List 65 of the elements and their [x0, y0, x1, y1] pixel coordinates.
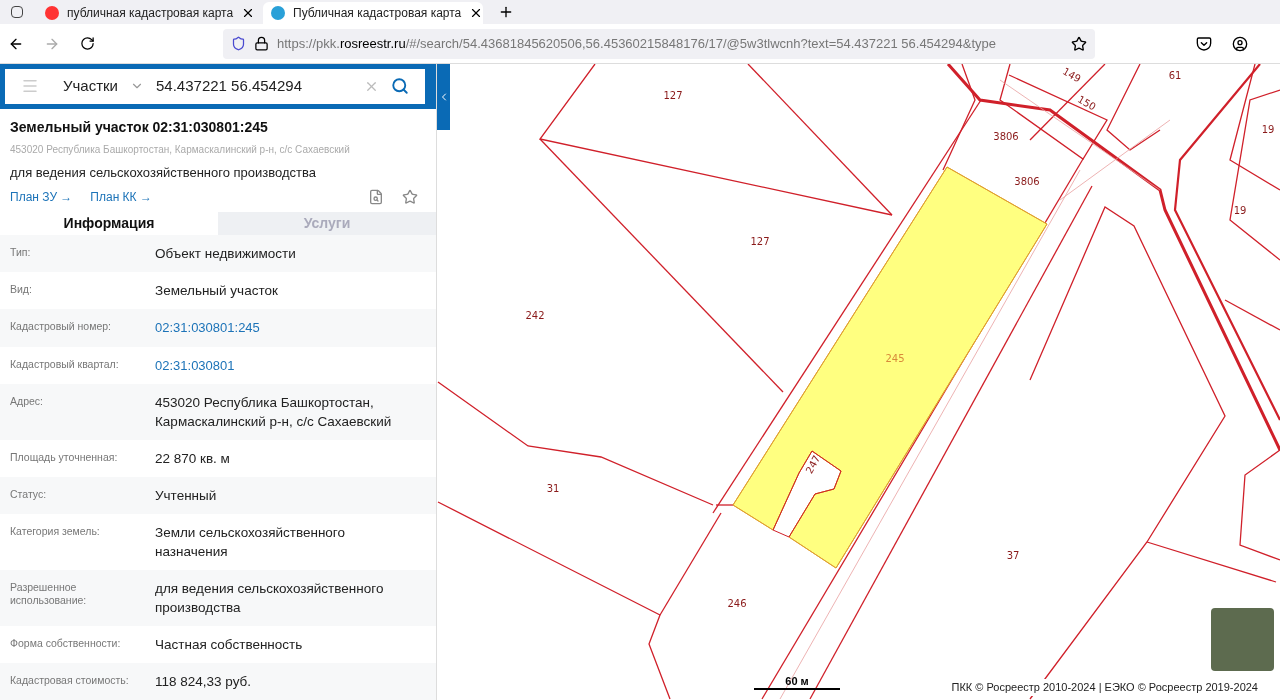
- parcel-number: 127: [663, 90, 683, 101]
- parcel-number: 246: [727, 598, 747, 609]
- info-label: Кадастровый номер:: [10, 319, 113, 334]
- new-tab-icon[interactable]: [498, 4, 514, 20]
- info-label: Кадастровый квартал:: [10, 356, 120, 372]
- info-label: Тип:: [10, 245, 32, 260]
- info-label: Разрешенное использование:: [10, 580, 88, 609]
- lock-icon: [254, 36, 269, 51]
- info-link[interactable]: 02:31:030801: [155, 355, 235, 375]
- parcel-number: 150: [1075, 93, 1098, 113]
- parcel-number: 245: [885, 353, 905, 364]
- info-label: Адрес:: [10, 394, 44, 409]
- search-icon[interactable]: [391, 77, 409, 96]
- pocket-icon[interactable]: [1196, 35, 1212, 52]
- parcel-number: 19: [1261, 124, 1275, 135]
- tab-list-icon[interactable]: [11, 6, 23, 18]
- url-text: https://pkk.rosreestr.ru/#/search/54.43681845620506,56.45360215848176/17/@5w3tlwcnh?text=54.437221 56.454294&type: [277, 34, 997, 53]
- info-value: Земельный участок: [155, 282, 279, 300]
- parcel-address: 453020 Республика Башкортостан, Кармаскалинский р-н, с/с Сахаевский: [10, 142, 351, 157]
- document-search-icon[interactable]: [368, 189, 384, 205]
- parcel-number: 37: [1006, 550, 1020, 561]
- bookmark-star-icon[interactable]: [1071, 35, 1087, 52]
- site-favicon-icon: [271, 6, 285, 20]
- info-link[interactable]: 02:31:030801:245: [155, 318, 260, 338]
- info-label: Вид:: [10, 282, 33, 297]
- browser-tab[interactable]: Публичная кадастровая карта: [263, 2, 483, 24]
- parcel-number: 3806: [1014, 176, 1040, 187]
- info-label: Статус:: [10, 487, 48, 502]
- info-value: Объект недвижимости: [155, 245, 297, 263]
- parcel-number: 242: [525, 310, 545, 321]
- account-icon[interactable]: [1232, 35, 1248, 52]
- search-box[interactable]: Участки 54.437221 56.454294: [5, 69, 425, 104]
- parcel-number: 127: [750, 236, 770, 247]
- tab-title: публичная кадастровая карта: [67, 5, 234, 22]
- parcel-number: 19: [1233, 205, 1247, 216]
- browser-tab[interactable]: публичная кадастровая карта: [37, 2, 257, 24]
- site-favicon-icon: [45, 6, 59, 20]
- search-input[interactable]: 54.437221 56.454294: [156, 75, 352, 98]
- parcel-number: 149: [1060, 65, 1083, 85]
- scale-label: 60 м: [785, 676, 809, 687]
- parcel-number: 31: [546, 483, 560, 494]
- info-label: Форма собственности:: [10, 636, 122, 651]
- favorite-star-icon[interactable]: [402, 189, 418, 205]
- info-value: Учтенный: [155, 487, 218, 505]
- info-value: для ведения сельскохозяйственного производства: [155, 580, 385, 617]
- info-value: 118 824,33 руб.: [155, 673, 253, 691]
- info-label: Кадастровая стоимость:: [10, 673, 130, 688]
- info-value: Частная собственность: [155, 636, 304, 654]
- plan-link[interactable]: План ЗУ →: [10, 188, 73, 206]
- info-value: Земли сельскохозяйственного назначения: [155, 524, 346, 561]
- address-bar[interactable]: https://pkk.rosreestr.ru/#/search/54.43681845620506,56.45360215848176/17/@5w3tlwcnh?text=54.437221 56.454294&type: [223, 28, 1095, 59]
- parcel-purpose: для ведения сельскохозяйственного производства: [10, 163, 317, 182]
- shield-icon: [231, 36, 246, 51]
- parcel-title: Земельный участок 02:31:030801:245: [10, 117, 269, 137]
- tab-title: Публичная кадастровая карта: [293, 5, 462, 22]
- info-label: Категория земель:: [10, 524, 101, 539]
- parcel-number: 61: [1168, 70, 1182, 81]
- parcel-number: 3806: [993, 131, 1019, 142]
- info-value: 22 870 кв. м: [155, 450, 231, 468]
- category-select[interactable]: Участки: [63, 75, 118, 98]
- parcel-number: 247: [803, 453, 823, 476]
- info-value: 453020 Республика Башкортостан, Кармаскалинский р-н, с/с Сахаевский: [155, 394, 393, 431]
- plan-link[interactable]: План КК →: [90, 188, 152, 206]
- info-label: Площадь уточненная:: [10, 450, 119, 465]
- reload-icon[interactable]: [80, 36, 95, 51]
